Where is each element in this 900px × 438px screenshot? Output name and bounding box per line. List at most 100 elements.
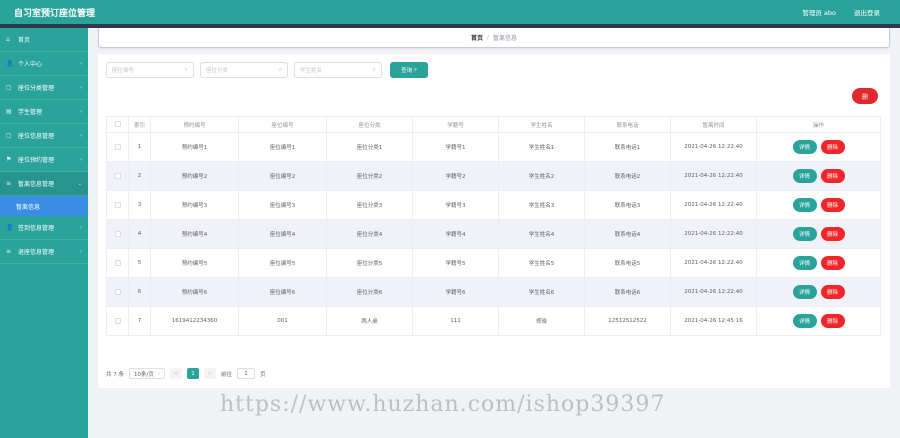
detail-button[interactable]: 详情 <box>792 256 817 270</box>
sidebar-item-seat-info[interactable]: ▢ 座位信息管理 › <box>0 124 88 148</box>
sidebar-item-temp-leave[interactable]: ≡ 暂离信息管理 ⌄ <box>0 172 88 196</box>
select-all-header[interactable] <box>106 116 129 133</box>
prev-page-button[interactable]: < <box>170 368 182 379</box>
sidebar: ⌂ 首页 👤 个人中心 › ▢ 座位分类管理 › ▤ 学生管理 › ▢ 座位信息… <box>0 28 88 438</box>
row-select-cell[interactable] <box>106 132 129 162</box>
page-suffix: 页 <box>260 371 266 378</box>
delete-button[interactable]: 删除 <box>820 140 845 154</box>
cell-name: 学生姓名2 <box>498 161 585 191</box>
page-number-current[interactable]: 1 <box>187 368 199 379</box>
cell-time: 2021-04-26 12:22:40 <box>670 277 757 307</box>
delete-button[interactable]: 删除 <box>820 314 845 328</box>
row-actions: 详情 删除 <box>756 190 881 220</box>
category-input[interactable]: 座位分类 ⌕ <box>200 62 288 78</box>
delete-button[interactable]: 删除 <box>820 256 845 270</box>
student-name-placeholder: 学生姓名 <box>300 68 323 74</box>
detail-button[interactable]: 详情 <box>792 198 817 212</box>
row-select-cell[interactable] <box>106 248 129 278</box>
delete-button[interactable]: 删除 <box>820 227 845 241</box>
cell-student-id: 学籍号2 <box>412 161 499 191</box>
checkbox[interactable] <box>114 143 121 150</box>
delete-button[interactable]: 删除 <box>820 169 845 183</box>
table-row: 5 预约编号5 座位编号5 座位分类5 学籍号5 学生姓名5 联系电话5 2021-04-26… <box>106 248 881 278</box>
seat-no-input[interactable]: 座位编号 ⌕ <box>106 62 194 78</box>
cell-time: 2021-04-26 12:22:40 <box>670 132 757 162</box>
column-header: 预约编号 <box>150 116 239 133</box>
home-icon: ⌂ <box>6 36 10 43</box>
cell-seat-no: 001 <box>238 306 327 336</box>
sidebar-item-checkin[interactable]: 👤 签到信息管理 › <box>0 216 88 240</box>
data-table: 索引 预约编号 座位编号 座位分类 学籍号 学生姓名 联系电话 暂离时间 操作 … <box>106 116 881 336</box>
table-row: 3 预约编号3 座位编号3 座位分类3 学籍号3 学生姓名3 联系电话3 2021-04-26… <box>106 190 881 220</box>
flag-icon: ⚑ <box>6 156 12 163</box>
detail-button[interactable]: 详情 <box>792 227 817 241</box>
sidebar-item-home[interactable]: ⌂ 首页 <box>0 28 88 52</box>
sidebar-item-seat-booking[interactable]: ⚑ 座位预约管理 › <box>0 148 88 172</box>
table-row: 4 预约编号4 座位编号4 座位分类4 学籍号4 学生姓名4 联系电话4 2021-04-26… <box>106 219 881 249</box>
cell-seat-no: 座位编号5 <box>238 248 327 278</box>
student-name-input[interactable]: 学生姓名 ⌕ <box>294 62 382 78</box>
search-icon: ⌕ <box>412 66 417 73</box>
row-select-cell[interactable] <box>106 306 129 336</box>
detail-button[interactable]: 详情 <box>792 285 817 299</box>
sidebar-item-profile[interactable]: 👤 个人中心 › <box>0 52 88 76</box>
user-icon: 👤 <box>6 224 14 231</box>
goto-label: 前往 <box>221 371 233 378</box>
next-page-button[interactable]: > <box>204 368 216 379</box>
checkbox[interactable] <box>114 317 121 324</box>
category-placeholder: 座位分类 <box>206 68 229 74</box>
row-actions: 详情 删除 <box>756 277 881 307</box>
cell-booking-no: 预约编号1 <box>150 132 239 162</box>
goto-page-input[interactable]: 1 <box>237 368 256 379</box>
checkbox[interactable] <box>114 121 121 128</box>
watermark: https://www.huzhan.com/ishop39397 <box>220 392 666 417</box>
chevron-right-icon: › <box>80 132 82 139</box>
checkbox[interactable] <box>114 172 121 179</box>
sidebar-item-students[interactable]: ▤ 学生管理 › <box>0 100 88 124</box>
list-icon: ≡ <box>6 248 12 255</box>
checkbox[interactable] <box>114 201 121 208</box>
breadcrumb-current: 暂离信息 <box>493 35 518 42</box>
detail-button[interactable]: 详情 <box>792 140 817 154</box>
row-select-cell[interactable] <box>106 190 129 220</box>
cell-phone: 12512512522 <box>584 306 671 336</box>
search-button[interactable]: 查询 ⌕ <box>390 62 428 78</box>
cell-booking-no: 预约编号5 <box>150 248 239 278</box>
detail-button[interactable]: 详情 <box>792 169 817 183</box>
chevron-right-icon: › <box>80 60 82 67</box>
row-select-cell[interactable] <box>106 219 129 249</box>
batch-delete-button[interactable]: 删 <box>852 88 878 104</box>
chevron-right-icon: › <box>80 248 82 255</box>
cell-index: 2 <box>128 161 151 191</box>
cell-name: 学生姓名5 <box>498 248 585 278</box>
row-select-cell[interactable] <box>106 161 129 191</box>
delete-button[interactable]: 删除 <box>820 198 845 212</box>
sidebar-item-seat-return[interactable]: ≡ 退座信息管理 › <box>0 240 88 264</box>
cell-phone: 联系电话5 <box>584 248 671 278</box>
cell-phone: 联系电话2 <box>584 161 671 191</box>
checkbox[interactable] <box>114 230 121 237</box>
pagination: 共 7 条 10条/页 ⌄ < 1 > 前往 1 页 <box>106 368 266 379</box>
grid-icon: ▢ <box>6 84 12 91</box>
row-actions: 详情 删除 <box>756 161 881 191</box>
logout-link[interactable]: 退出登录 <box>854 7 880 17</box>
cell-seat-no: 座位编号3 <box>238 190 327 220</box>
chevron-down-icon: ⌄ <box>157 371 161 376</box>
search-icon: ⌕ <box>278 66 282 73</box>
search-icon: ⌕ <box>184 66 188 73</box>
column-header: 联系电话 <box>584 116 671 133</box>
delete-button[interactable]: 删除 <box>820 285 845 299</box>
checkbox[interactable] <box>114 259 121 266</box>
checkbox[interactable] <box>114 288 121 295</box>
app-title: 自习室预订座位管理 <box>14 8 96 19</box>
cell-category: 座位分类2 <box>326 161 413 191</box>
breadcrumb-home[interactable]: 首页 <box>471 33 483 42</box>
cell-index: 4 <box>128 219 151 249</box>
row-select-cell[interactable] <box>106 277 129 307</box>
table-row: 2 预约编号2 座位编号2 座位分类2 学籍号2 学生姓名2 联系电话2 2021-04-26… <box>106 161 881 191</box>
sidebar-subitem-temp-leave-info[interactable]: 暂离信息 <box>0 196 88 216</box>
detail-button[interactable]: 详情 <box>792 314 817 328</box>
sidebar-item-seat-category[interactable]: ▢ 座位分类管理 › <box>0 76 88 100</box>
cell-student-id: 学籍号5 <box>412 248 499 278</box>
page-size-select[interactable]: 10条/页 ⌄ <box>129 368 165 379</box>
